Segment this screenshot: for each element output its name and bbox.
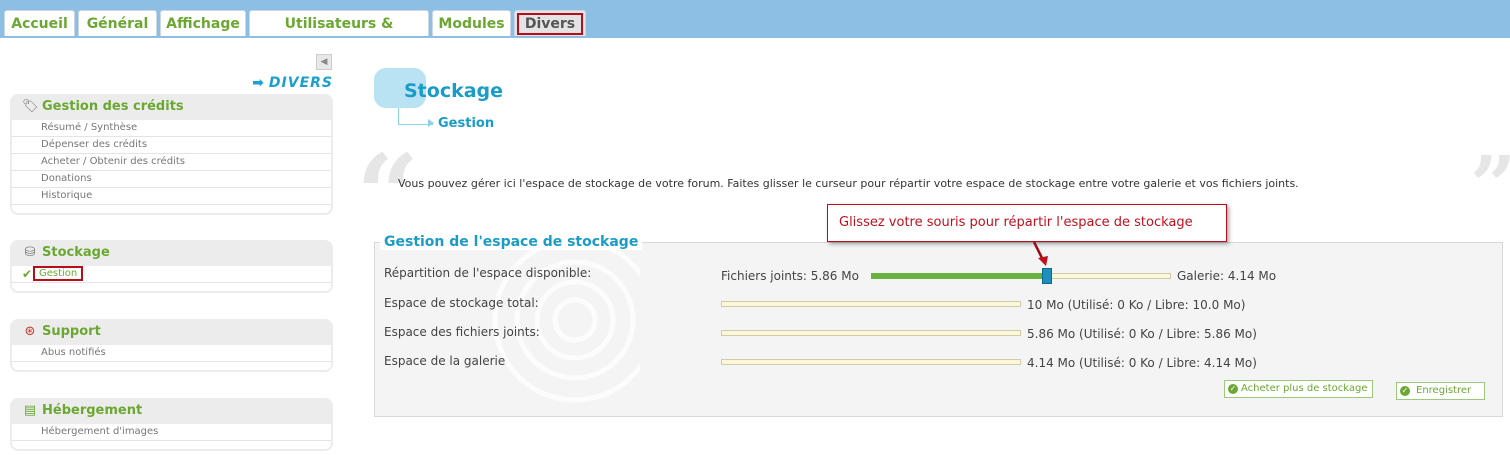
sidebar-item-resume[interactable]: Résumé / Synthèse (12, 120, 331, 137)
tab-accueil[interactable]: Accueil (4, 10, 75, 36)
page-title: Stockage (404, 80, 504, 102)
total-storage-label: Espace de stockage total: (384, 296, 539, 310)
sidebar-item-label: Gestion (33, 266, 84, 281)
sidebar-item-abus[interactable]: Abus notifiés (12, 345, 331, 362)
sidebar-section-label: ➡ DIVERS (252, 75, 333, 91)
tab-general[interactable]: Général (78, 10, 157, 36)
lifebuoy-icon: ⊛ (24, 324, 36, 339)
buy-storage-button[interactable]: ✓ Acheter plus de stockage (1224, 380, 1373, 398)
sidebar-item-label: Historique (41, 190, 93, 201)
panel-header: ▤ Hébergement (12, 400, 331, 424)
sidebar-item-label: Résumé / Synthèse (41, 122, 138, 133)
sidebar-item-label: Abus notifiés (41, 347, 106, 358)
page-subtitle: Gestion (438, 116, 495, 131)
gallery-storage-value: 4.14 Mo (Utilisé: 0 Ko / Libre: 4.14 Mo) (1027, 356, 1257, 370)
sidebar-item-label: Dépenser des crédits (41, 139, 148, 150)
collapse-sidebar-button[interactable]: ◀ (316, 54, 332, 70)
tab-affichage[interactable]: Affichage (160, 10, 246, 36)
sidebar-item-hebergement-images[interactable]: Hébergement d'images (12, 424, 331, 441)
check-circle-icon: ✓ (1228, 384, 1238, 394)
arrow-right-icon: ➡ (252, 75, 265, 91)
panel-header: ⛁ Stockage (12, 242, 331, 266)
button-label: Acheter plus de stockage (1241, 383, 1368, 394)
gallery-storage-label: Espace de la galerie (384, 354, 506, 368)
panel-hebergement: ▤ Hébergement Hébergement d'images (10, 398, 333, 451)
tab-modules[interactable]: Modules (432, 10, 511, 36)
panel-title: Stockage (42, 245, 110, 260)
panel-support: ⊛ Support Abus notifiés (10, 319, 333, 372)
fieldset-legend: Gestion de l'espace de stockage (380, 234, 643, 250)
panel-stockage: ⛁ Stockage ✔ Gestion (10, 240, 333, 293)
button-label: Enregistrer (1416, 385, 1472, 396)
sidebar-section-text: DIVERS (268, 75, 333, 91)
slider-tooltip: Glissez votre souris pour répartir l'esp… (827, 204, 1227, 242)
tooltip-pointer-arrow-icon (1032, 242, 1048, 266)
sidebar-item-donations[interactable]: Donations (12, 171, 331, 188)
storage-icon: ⛁ (24, 245, 36, 260)
panel-title: Support (42, 324, 101, 339)
sidebar-item-label: Acheter / Obtenir des crédits (41, 156, 185, 167)
tab-label: Accueil (11, 16, 68, 32)
credits-icon: 🏷 (22, 99, 39, 114)
attachments-storage-value: 5.86 Mo (Utilisé: 0 Ko / Libre: 5.86 Mo) (1027, 327, 1257, 341)
attachments-storage-bar (721, 330, 1021, 336)
save-button[interactable]: ✓ Enregistrer (1396, 382, 1485, 400)
tooltip-text: Glissez votre souris pour répartir l'esp… (839, 215, 1193, 230)
check-circle-icon: ✓ (1400, 386, 1410, 396)
tab-label: Divers (516, 13, 584, 35)
close-quote-icon: ” (1470, 145, 1510, 225)
sidebar-item-gestion[interactable]: ✔ Gestion (12, 266, 331, 283)
page-description: Vous pouvez gérer ici l'espace de stocka… (398, 177, 1299, 190)
slider-right-value: Galerie: 4.14 Mo (1177, 269, 1277, 283)
gallery-storage-bar (721, 359, 1021, 365)
sidebar-item-historique[interactable]: Historique (12, 188, 331, 205)
panel-header: 🏷 Gestion des crédits (12, 96, 331, 120)
tab-divers[interactable]: Divers (514, 10, 586, 36)
storage-slider-fill (871, 273, 1047, 279)
tab-utilisateurs-groupes[interactable]: Utilisateurs & Groupes (249, 10, 429, 58)
tab-label: Affichage (166, 16, 240, 32)
panel-header: ⊛ Support (12, 321, 331, 345)
sidebar-item-label: Donations (41, 173, 92, 184)
slider-row-label: Répartition de l'espace disponible: (384, 266, 592, 280)
checkmark-icon: ✔ (22, 267, 33, 281)
tab-label: Général (86, 16, 149, 32)
arrow-right-icon (428, 119, 434, 127)
sidebar-item-acheter[interactable]: Acheter / Obtenir des crédits (12, 154, 331, 171)
panel-credits: 🏷 Gestion des crédits Résumé / Synthèse … (10, 94, 333, 215)
images-icon: ▤ (23, 403, 37, 418)
triangle-left-icon: ◀ (320, 57, 328, 67)
panel-title: Gestion des crédits (42, 99, 184, 114)
total-storage-bar (721, 301, 1021, 307)
panel-title: Hébergement (42, 403, 143, 418)
attachments-storage-label: Espace des fichiers joints: (384, 325, 540, 339)
tab-label: Modules (438, 16, 505, 32)
slider-left-value: Fichiers joints: 5.86 Mo (721, 269, 859, 283)
sidebar-item-depenser[interactable]: Dépenser des crédits (12, 137, 331, 154)
sidebar-item-label: Hébergement d'images (41, 426, 159, 437)
total-storage-value: 10 Mo (Utilisé: 0 Ko / Libre: 10.0 Mo) (1027, 298, 1246, 312)
